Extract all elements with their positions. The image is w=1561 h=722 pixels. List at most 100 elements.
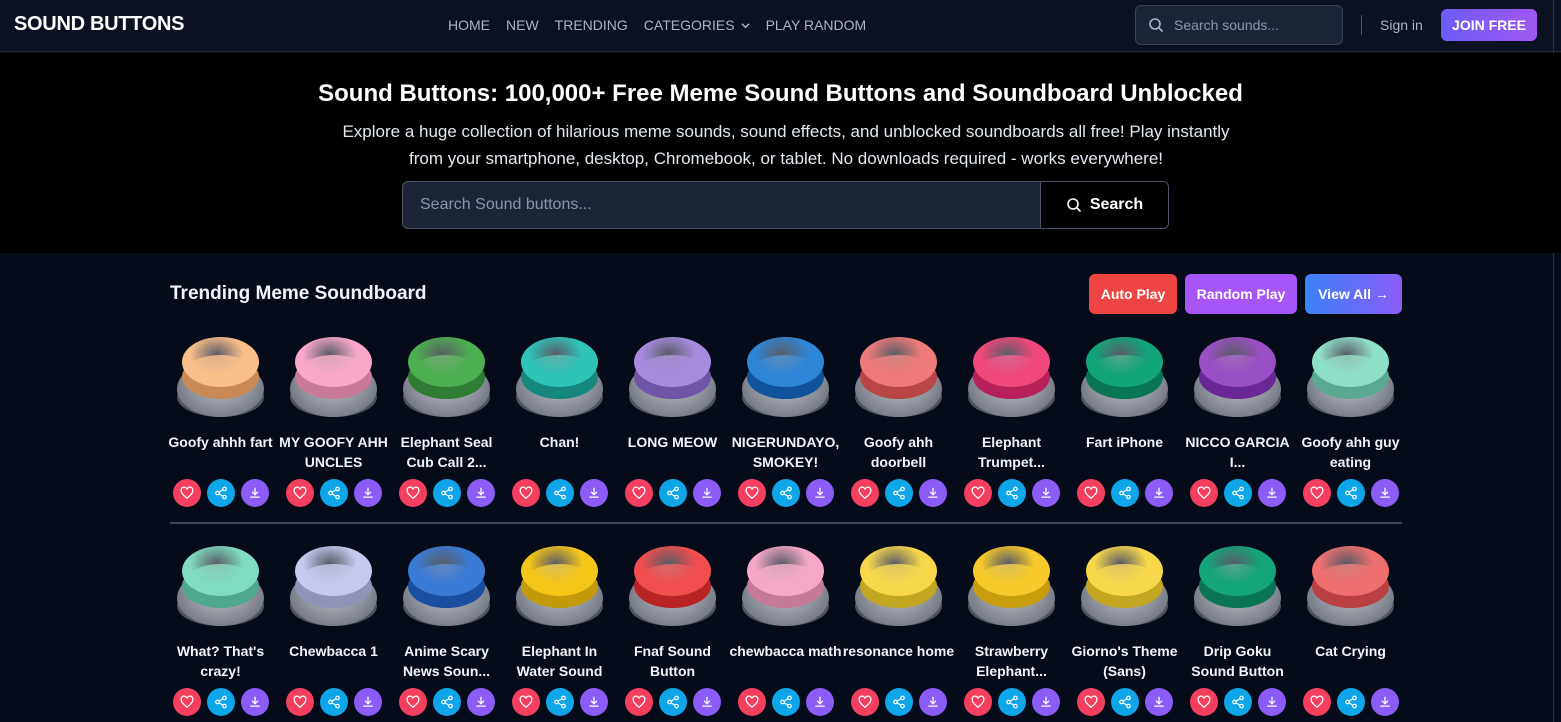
sound-label[interactable]: Drip Goku Sound Button (1181, 641, 1294, 681)
random-play-button[interactable]: Random Play (1185, 274, 1297, 314)
sound-label[interactable]: Anime Scary News Soun... (390, 641, 503, 681)
view-all-button[interactable]: View All → (1305, 274, 1402, 314)
join-free-button[interactable]: JOIN FREE (1441, 9, 1537, 41)
share-button[interactable] (546, 479, 574, 507)
nav-categories[interactable]: CATEGORIES (644, 17, 750, 33)
sound-label[interactable]: Chan! (503, 432, 616, 452)
share-button[interactable] (1224, 479, 1252, 507)
sound-play-button[interactable] (516, 542, 603, 626)
share-button[interactable] (659, 688, 687, 716)
download-button[interactable] (467, 688, 495, 716)
sound-play-button[interactable] (1307, 333, 1394, 417)
like-button[interactable] (399, 479, 427, 507)
sign-in-link[interactable]: Sign in (1380, 17, 1423, 33)
share-button[interactable] (998, 479, 1026, 507)
share-button[interactable] (546, 688, 574, 716)
sound-label[interactable]: What? That's crazy! (164, 641, 277, 681)
download-button[interactable] (467, 479, 495, 507)
sound-play-button[interactable] (290, 542, 377, 626)
share-button[interactable] (1337, 688, 1365, 716)
sound-label[interactable]: Giorno's Theme (Sans) (1068, 641, 1181, 681)
sound-play-button[interactable] (290, 333, 377, 417)
like-button[interactable] (964, 688, 992, 716)
sound-play-button[interactable] (742, 542, 829, 626)
sound-label[interactable]: Elephant In Water Sound (503, 641, 616, 681)
share-button[interactable] (772, 688, 800, 716)
download-button[interactable] (693, 479, 721, 507)
sound-label[interactable]: Fart iPhone (1068, 432, 1181, 452)
share-button[interactable] (207, 479, 235, 507)
share-button[interactable] (207, 688, 235, 716)
like-button[interactable] (738, 479, 766, 507)
like-button[interactable] (286, 479, 314, 507)
share-button[interactable] (433, 688, 461, 716)
hero-search-input[interactable] (403, 182, 1040, 228)
download-button[interactable] (806, 688, 834, 716)
sound-play-button[interactable] (177, 333, 264, 417)
sound-play-button[interactable] (629, 542, 716, 626)
like-button[interactable] (173, 688, 201, 716)
download-button[interactable] (241, 479, 269, 507)
like-button[interactable] (399, 688, 427, 716)
like-button[interactable] (512, 479, 540, 507)
sound-play-button[interactable] (1194, 542, 1281, 626)
sound-label[interactable]: Goofy ahh guy eating (1294, 432, 1407, 472)
sound-play-button[interactable] (1194, 333, 1281, 417)
like-button[interactable] (851, 688, 879, 716)
sound-label[interactable]: resonance home (842, 641, 955, 661)
auto-play-button[interactable]: Auto Play (1089, 274, 1177, 314)
like-button[interactable] (1190, 688, 1218, 716)
share-button[interactable] (1337, 479, 1365, 507)
download-button[interactable] (354, 688, 382, 716)
site-logo[interactable]: SOUND BUTTONS (14, 13, 184, 36)
sound-label[interactable]: Fnaf Sound Button (616, 641, 729, 681)
sound-play-button[interactable] (403, 542, 490, 626)
sound-label[interactable]: MY GOOFY AHH UNCLES (277, 432, 390, 472)
like-button[interactable] (1303, 688, 1331, 716)
like-button[interactable] (512, 688, 540, 716)
sound-label[interactable]: Goofy ahhh fart (164, 432, 277, 452)
like-button[interactable] (625, 688, 653, 716)
sound-play-button[interactable] (177, 542, 264, 626)
sound-play-button[interactable] (629, 333, 716, 417)
like-button[interactable] (1077, 688, 1105, 716)
share-button[interactable] (320, 479, 348, 507)
sound-label[interactable]: Goofy ahh doorbell (842, 432, 955, 472)
share-button[interactable] (320, 688, 348, 716)
nav-trending[interactable]: TRENDING (555, 17, 628, 33)
share-button[interactable] (1111, 688, 1139, 716)
sound-play-button[interactable] (516, 333, 603, 417)
sound-play-button[interactable] (855, 542, 942, 626)
share-button[interactable] (885, 479, 913, 507)
hero-search-button[interactable]: Search (1040, 182, 1168, 228)
download-button[interactable] (1258, 479, 1286, 507)
download-button[interactable] (1032, 688, 1060, 716)
download-button[interactable] (1371, 479, 1399, 507)
share-button[interactable] (659, 479, 687, 507)
sound-label[interactable]: LONG MEOW (616, 432, 729, 452)
sound-label[interactable]: chewbacca math (729, 641, 842, 661)
sound-play-button[interactable] (968, 542, 1055, 626)
download-button[interactable] (580, 479, 608, 507)
sound-play-button[interactable] (1081, 542, 1168, 626)
download-button[interactable] (241, 688, 269, 716)
download-button[interactable] (806, 479, 834, 507)
sound-label[interactable]: Strawberry Elephant... (955, 641, 1068, 681)
share-button[interactable] (772, 479, 800, 507)
share-button[interactable] (1111, 479, 1139, 507)
download-button[interactable] (354, 479, 382, 507)
like-button[interactable] (1077, 479, 1105, 507)
nav-new[interactable]: NEW (506, 17, 539, 33)
like-button[interactable] (1303, 479, 1331, 507)
sound-play-button[interactable] (855, 333, 942, 417)
nav-home[interactable]: HOME (448, 17, 490, 33)
header-search-input[interactable] (1174, 17, 1334, 33)
share-button[interactable] (885, 688, 913, 716)
sound-play-button[interactable] (742, 333, 829, 417)
sound-label[interactable]: NICCO GARCIA I... (1181, 432, 1294, 472)
share-button[interactable] (998, 688, 1026, 716)
sound-label[interactable]: Elephant Seal Cub Call 2... (390, 432, 503, 472)
like-button[interactable] (851, 479, 879, 507)
like-button[interactable] (173, 479, 201, 507)
download-button[interactable] (1145, 688, 1173, 716)
